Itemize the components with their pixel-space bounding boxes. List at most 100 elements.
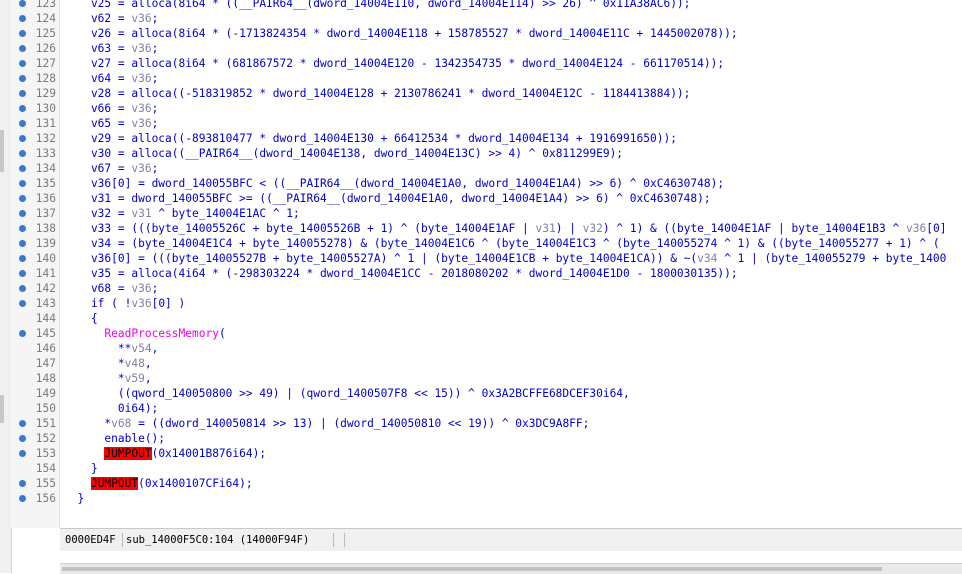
variable-token[interactable]: v31 [131,207,151,220]
code-text: v34 = (byte_14004E1C4 + byte_140055278) … [64,237,940,250]
code-line[interactable]: 153 JUMPOUT(0x14001B876i64); [0,446,962,461]
code-text: v30 = alloca((__PAIR64__(dword_14004E138… [64,147,624,160]
code-text: v63 = v36; [64,42,159,55]
variable-token[interactable]: v36 [131,297,151,310]
line-number: 126 [35,42,56,55]
line-number: 153 [35,447,56,460]
code-text: v35 = alloca(4i64 * (-298303224 * dword_… [64,267,738,280]
code-line[interactable]: 144 { [0,311,962,326]
variable-token[interactable]: v36 [131,162,151,175]
code-line[interactable]: 151 *v68 = ((dword_140050814 >> 13) | (d… [0,416,962,431]
code-line[interactable]: 133 v30 = alloca((__PAIR64__(dword_14004… [0,146,962,161]
code-text: *v59, [64,372,152,385]
code-line[interactable]: 143 if ( !v36[0] ) [0,296,962,311]
code-line[interactable]: 146 **v54, [0,341,962,356]
variable-token[interactable]: v68 [111,417,131,430]
variable-token[interactable]: v36 [131,117,151,130]
code-text: v32 = v31 ^ byte_14004E1AC ^ 1; [64,207,300,220]
variable-token[interactable]: v32 [583,222,603,235]
line-number: 130 [35,102,56,115]
status-separator [344,533,345,547]
variable-token[interactable]: v31 [536,222,556,235]
code-line[interactable]: 137 v32 = v31 ^ byte_14004E1AC ^ 1; [0,206,962,221]
line-number: 147 [35,357,56,370]
scrollbar-thumb[interactable] [62,567,882,571]
variable-token[interactable]: v54 [131,342,151,355]
line-number: 140 [35,252,56,265]
code-text: 0i64); [64,402,159,415]
variable-token[interactable]: v59 [125,372,145,385]
code-line[interactable]: 148 *v59, [0,371,962,386]
code-line[interactable]: 138 v33 = (((byte_14005526C + byte_14005… [0,221,962,236]
line-number: 151 [35,417,56,430]
code-line[interactable]: 134 v67 = v36; [0,161,962,176]
variable-token[interactable]: v36 [131,12,151,25]
code-line[interactable]: 145 ReadProcessMemory( [0,326,962,341]
code-text: enable(); [64,432,166,445]
code-line[interactable]: 129 v28 = alloca((-518319852 * dword_140… [0,86,962,101]
code-line[interactable]: 154 } [0,461,962,476]
line-number: 152 [35,432,56,445]
code-text: ((qword_140050800 >> 49) | (qword_140050… [64,387,630,400]
code-line[interactable]: 135 v36[0] = dword_140055BFC < ((__PAIR6… [0,176,962,191]
code-text: v29 = alloca((-893810477 * dword_14004E1… [64,132,677,145]
jumpout-token[interactable]: JUMPOUT [90,477,139,490]
line-number: 123 [35,0,56,10]
pseudocode-view[interactable]: 123 v25 = alloca(8i64 * ((__PAIR64__(dwo… [0,0,962,528]
code-line[interactable]: 131 v65 = v36; [0,116,962,131]
code-line[interactable]: 150 0i64); [0,401,962,416]
line-number: 139 [35,237,56,250]
line-number: 128 [35,72,56,85]
code-line[interactable]: 136 v31 = dword_140055BFC >= ((__PAIR64_… [0,191,962,206]
variable-token[interactable]: v36 [131,72,151,85]
code-line[interactable]: 123 v25 = alloca(8i64 * ((__PAIR64__(dwo… [0,0,962,11]
code-text: v28 = alloca((-518319852 * dword_14004E1… [64,87,691,100]
code-line[interactable]: 142 v68 = v36; [0,281,962,296]
line-number: 129 [35,87,56,100]
variable-token[interactable]: v36 [906,222,926,235]
code-line[interactable]: 127 v27 = alloca(8i64 * (681867572 * dwo… [0,56,962,71]
variable-token[interactable]: v36 [131,282,151,295]
code-line[interactable]: 126 v63 = v36; [0,41,962,56]
code-line[interactable]: 125 v26 = alloca(8i64 * (-1713824354 * d… [0,26,962,41]
jumpout-token[interactable]: JUMPOUT [104,447,152,460]
function-call-token[interactable]: ReadProcessMemory [104,327,219,340]
line-number: 150 [35,402,56,415]
horizontal-scrollbar[interactable] [60,563,962,574]
line-number: 131 [35,117,56,130]
code-line[interactable]: 155 JUMPOUT(0x1400107CFi64); [0,476,962,491]
code-line[interactable]: 139 v34 = (byte_14004E1C4 + byte_1400552… [0,236,962,251]
code-line[interactable]: 147 *v48, [0,356,962,371]
line-number: 138 [35,222,56,235]
status-separator [333,533,334,547]
variable-token[interactable]: v34 [697,252,717,265]
code-line[interactable]: 152 enable(); [0,431,962,446]
code-line[interactable]: 156 } [0,491,962,506]
code-text: v36[0] = (((byte_14005527B + byte_140055… [64,252,947,265]
line-number: 136 [35,192,56,205]
code-line[interactable]: 130 v66 = v36; [0,101,962,116]
code-line[interactable]: 140 v36[0] = (((byte_14005527B + byte_14… [0,251,962,266]
code-line[interactable]: 132 v29 = alloca((-893810477 * dword_140… [0,131,962,146]
line-number: 134 [35,162,56,175]
code-text: v31 = dword_140055BFC >= ((__PAIR64__(dw… [64,192,711,205]
line-number: 144 [35,312,56,325]
line-number: 148 [35,372,56,385]
line-number: 127 [35,57,56,70]
code-line[interactable]: 124 v62 = v36; [0,11,962,26]
code-line[interactable]: 149 ((qword_140050800 >> 49) | (qword_14… [0,386,962,401]
code-line[interactable]: 128 v64 = v36; [0,71,962,86]
line-number: 143 [35,297,56,310]
code-text: v33 = (((byte_14005526C + byte_14005526B… [64,222,947,235]
line-number: 145 [35,327,56,340]
code-text: *v48, [64,357,152,370]
code-line[interactable]: 141 v35 = alloca(4i64 * (-298303224 * dw… [0,266,962,281]
status-separator [122,533,123,547]
variable-token[interactable]: v48 [125,357,145,370]
status-bar: 0000ED4F sub_14000F5C0:104 (14000F94F) [60,528,962,551]
variable-token[interactable]: v36 [131,102,151,115]
code-text: { [64,312,98,325]
variable-token[interactable]: v36 [131,42,151,55]
line-number: 149 [35,387,56,400]
code-text: if ( !v36[0] ) [64,297,186,310]
